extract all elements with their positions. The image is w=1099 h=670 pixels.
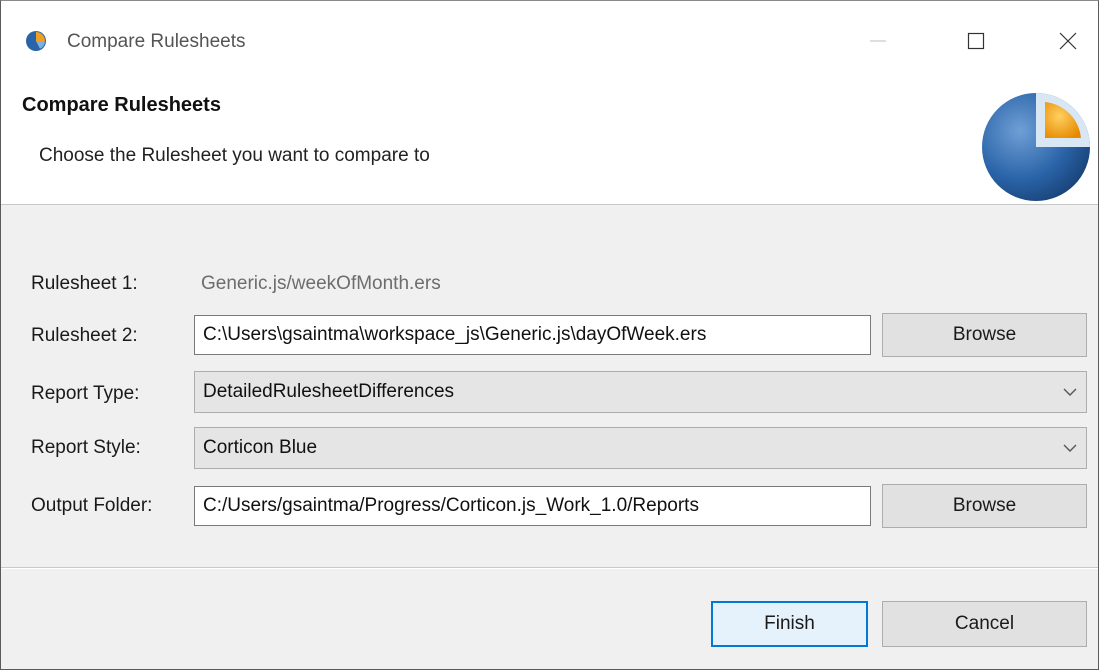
report-type-label: Report Type: bbox=[31, 383, 140, 404]
chevron-down-icon bbox=[1063, 444, 1077, 452]
output-folder-input[interactable]: C:/Users/gsaintma/Progress/Corticon.js_W… bbox=[194, 486, 871, 526]
minimize-button[interactable] bbox=[843, 15, 913, 67]
header-description: Choose the Rulesheet you want to compare… bbox=[39, 145, 430, 166]
header-title: Compare Rulesheets bbox=[22, 94, 221, 116]
rulesheet1-label: Rulesheet 1: bbox=[31, 273, 138, 294]
report-style-label: Report Style: bbox=[31, 437, 141, 458]
minimize-icon bbox=[870, 40, 886, 42]
app-icon bbox=[26, 31, 46, 51]
maximize-button[interactable] bbox=[941, 15, 1011, 67]
maximize-icon bbox=[967, 32, 985, 50]
dialog-header: Compare Rulesheets Choose the Rulesheet … bbox=[1, 81, 1098, 205]
corticon-logo-icon bbox=[982, 93, 1090, 201]
output-folder-browse-button[interactable]: Browse bbox=[882, 484, 1087, 528]
report-style-select[interactable]: Corticon Blue bbox=[194, 427, 1087, 469]
footer-separator bbox=[1, 567, 1098, 569]
title-bar: Compare Rulesheets bbox=[1, 1, 1098, 81]
cancel-button[interactable]: Cancel bbox=[882, 601, 1087, 647]
window-title: Compare Rulesheets bbox=[67, 31, 246, 52]
report-style-selected-value: Corticon Blue bbox=[203, 437, 318, 458]
chevron-down-icon bbox=[1063, 388, 1077, 396]
rulesheet2-browse-button[interactable]: Browse bbox=[882, 313, 1087, 357]
report-type-select[interactable]: DetailedRulesheetDifferences bbox=[194, 371, 1087, 413]
report-type-selected-value: DetailedRulesheetDifferences bbox=[203, 381, 455, 402]
compare-rulesheets-dialog: Compare Rulesheets Compare Rulesheets Ch… bbox=[0, 0, 1099, 670]
rulesheet2-label: Rulesheet 2: bbox=[31, 325, 138, 346]
close-button[interactable] bbox=[1033, 15, 1099, 67]
finish-button[interactable]: Finish bbox=[711, 601, 868, 647]
output-folder-label: Output Folder: bbox=[31, 495, 153, 516]
close-icon bbox=[1059, 32, 1077, 50]
rulesheet1-value: Generic.js/weekOfMonth.ers bbox=[201, 273, 441, 294]
rulesheet2-input[interactable]: C:\Users\gsaintma\workspace_js\Generic.j… bbox=[194, 315, 871, 355]
